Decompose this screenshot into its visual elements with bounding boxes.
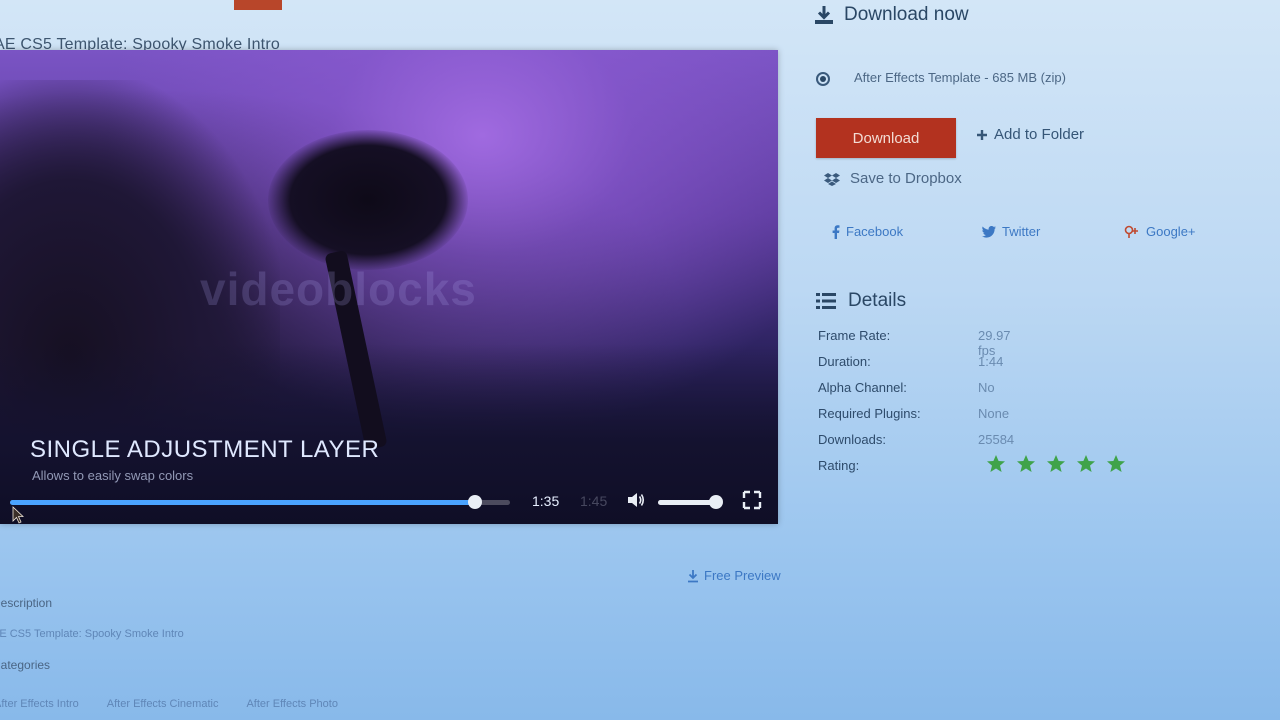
add-to-folder-link[interactable]: Add to Folder xyxy=(976,126,1084,143)
list-icon xyxy=(816,293,836,309)
download-icon xyxy=(815,6,833,24)
category-link[interactable]: After Effects Cinematic xyxy=(107,698,219,710)
star-icon xyxy=(1047,455,1065,472)
volume-handle[interactable] xyxy=(708,495,723,509)
free-preview-link[interactable]: Free Preview xyxy=(686,568,781,583)
download-button[interactable]: Download xyxy=(816,118,956,158)
star-icon xyxy=(1107,455,1125,472)
dropbox-icon xyxy=(824,172,840,186)
player-controls: 1:35 1:45 xyxy=(0,480,778,524)
mouse-cursor-icon xyxy=(12,506,25,524)
detail-key: Required Plugins: xyxy=(818,406,921,421)
detail-key: Downloads: xyxy=(818,432,886,447)
volume-fill xyxy=(658,500,716,505)
category-links: After Effects Intro After Effects Cinema… xyxy=(0,698,338,710)
download-now-heading: Download now xyxy=(814,4,969,26)
format-radio[interactable] xyxy=(816,72,830,86)
detail-value: None xyxy=(978,406,1010,421)
star-icon xyxy=(1077,455,1095,472)
video-overlay-title: SINGLE ADJUSTMENT LAYER xyxy=(30,436,380,463)
top-tab-indicator[interactable] xyxy=(234,0,282,10)
save-to-dropbox-label: Save to Dropbox xyxy=(850,170,962,187)
download-arrow-icon xyxy=(688,569,698,582)
description-text: AE CS5 Template: Spooky Smoke Intro xyxy=(0,628,184,640)
download-sidebar: Download now After Effects Template - 68… xyxy=(812,0,1280,720)
categories-heading: Categories xyxy=(0,658,51,672)
radio-selected-dot xyxy=(820,76,826,82)
top-bar xyxy=(0,0,780,12)
share-google-link[interactable]: Google+ xyxy=(1124,224,1196,239)
twitter-label: Twitter xyxy=(1002,224,1041,239)
detail-key: Rating: xyxy=(818,458,860,473)
video-scene-tree-crown xyxy=(268,130,468,270)
share-row: Facebook Twitter Google+ xyxy=(832,224,1212,244)
star-icon xyxy=(1017,455,1035,472)
star-icon xyxy=(987,455,1005,472)
facebook-label: Facebook xyxy=(846,224,904,239)
description-heading: Description xyxy=(0,596,53,610)
google-plus-icon xyxy=(1124,225,1138,238)
twitter-icon xyxy=(982,225,996,238)
facebook-icon xyxy=(832,224,840,239)
detail-key: Duration: xyxy=(818,354,871,369)
progress-bar[interactable] xyxy=(10,495,510,509)
volume-slider[interactable] xyxy=(658,495,723,509)
fullscreen-icon[interactable] xyxy=(742,490,762,510)
rating-stars xyxy=(986,454,1126,474)
category-link[interactable]: After Effects Intro xyxy=(0,698,79,710)
detail-value: No xyxy=(978,380,995,395)
time-current: 1:35 xyxy=(532,493,560,509)
plus-icon xyxy=(977,129,987,140)
share-twitter-link[interactable]: Twitter xyxy=(982,224,1040,239)
free-preview-label: Free Preview xyxy=(704,568,781,583)
format-option-label[interactable]: After Effects Template - 685 MB (zip) xyxy=(854,70,1066,85)
google-plus-label: Google+ xyxy=(1146,224,1196,239)
detail-key: Frame Rate: xyxy=(818,328,891,343)
detail-value: 1:44 xyxy=(978,354,1004,369)
video-player[interactable]: videoblocks SINGLE ADJUSTMENT LAYER Allo… xyxy=(0,50,778,524)
detail-value: 25584 xyxy=(978,432,1015,447)
progress-handle[interactable] xyxy=(468,495,482,509)
volume-icon[interactable] xyxy=(626,490,646,510)
add-to-folder-label: Add to Folder xyxy=(994,126,1085,143)
share-facebook-link[interactable]: Facebook xyxy=(832,224,903,239)
details-label: Details xyxy=(848,290,907,311)
save-to-dropbox-link[interactable]: Save to Dropbox xyxy=(824,170,962,187)
detail-key: Alpha Channel: xyxy=(818,380,907,395)
category-link[interactable]: After Effects Photo xyxy=(246,698,338,710)
progress-fill xyxy=(10,500,475,505)
details-heading: Details xyxy=(816,290,906,312)
time-total: 1:45 xyxy=(580,493,608,509)
download-now-label: Download now xyxy=(844,4,969,25)
video-watermark: videoblocks xyxy=(200,263,477,315)
